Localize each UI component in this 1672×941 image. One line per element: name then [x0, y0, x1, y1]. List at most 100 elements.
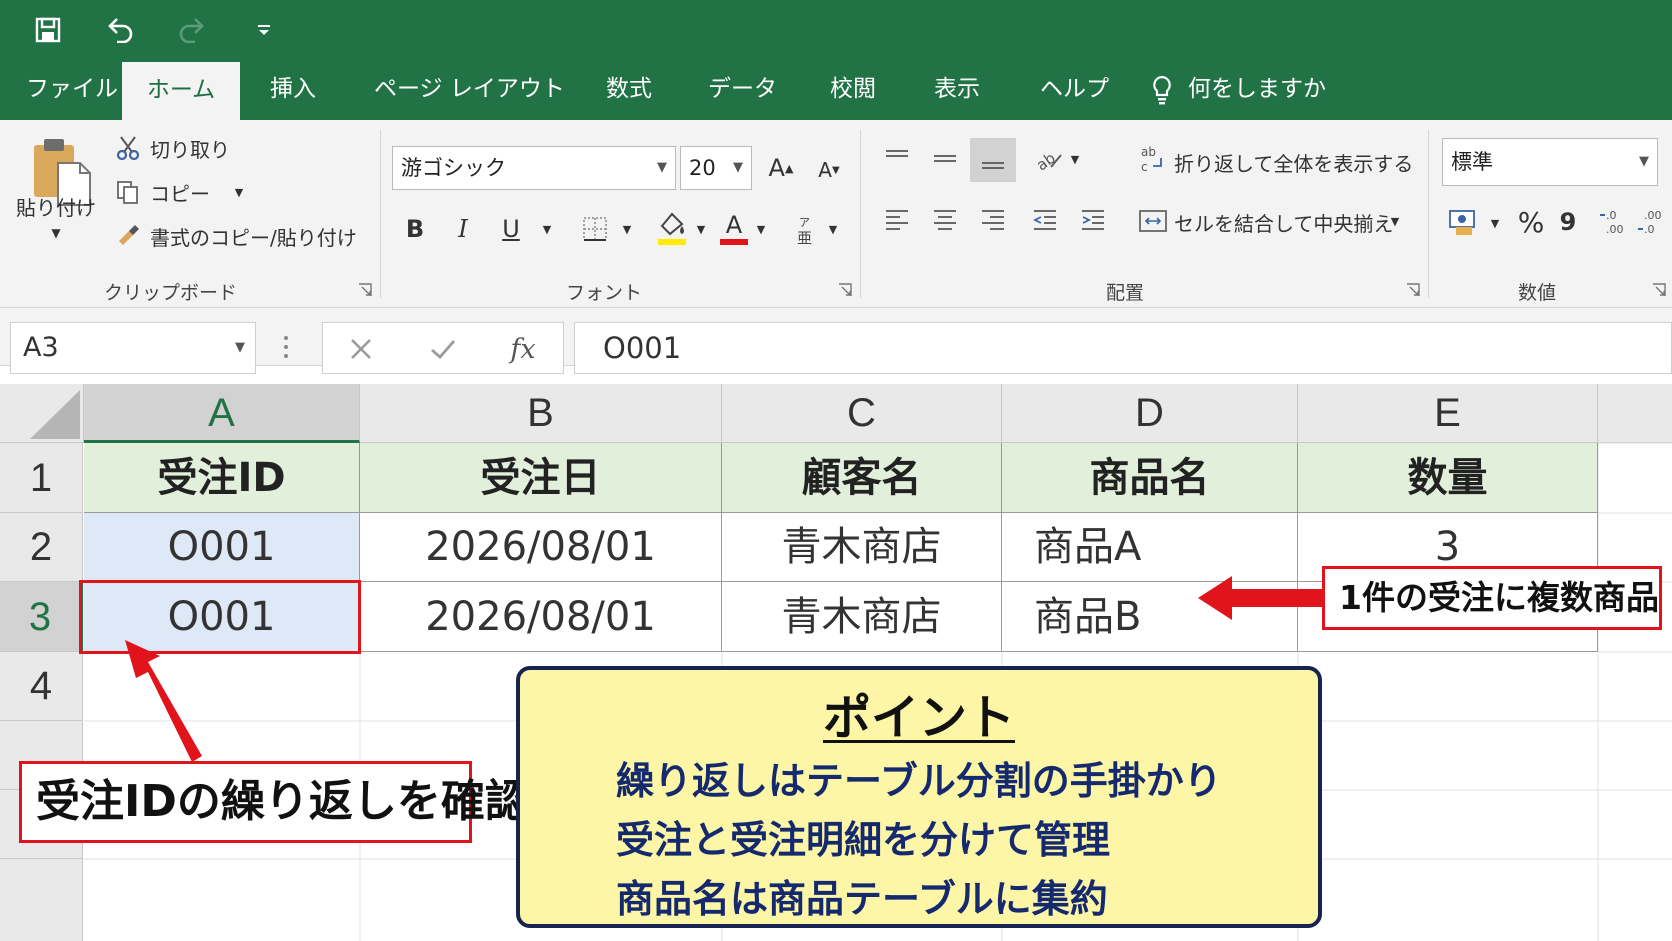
clipboard-launcher-icon[interactable] — [358, 282, 372, 296]
row-header-1[interactable]: 1 — [0, 443, 83, 513]
row-header-7[interactable] — [0, 859, 83, 941]
header-cell-quantity[interactable]: 数量 — [1298, 443, 1598, 513]
phonetic-guide-icon[interactable]: ア亜 — [790, 212, 820, 248]
fill-color-icon[interactable] — [656, 208, 688, 248]
format-painter-icon[interactable] — [114, 220, 142, 248]
customize-qat-icon[interactable] — [244, 10, 284, 50]
tab-view[interactable]: 表示 — [908, 58, 1006, 120]
header-cell-product[interactable]: 商品名 — [1002, 443, 1298, 513]
decrease-indent-icon[interactable] — [1028, 202, 1062, 236]
cut-label[interactable]: 切り取り — [150, 134, 230, 163]
formula-input[interactable]: O001 — [574, 322, 1672, 374]
bold-button[interactable]: B — [400, 212, 430, 246]
underline-button[interactable]: U — [496, 212, 526, 246]
table-cell[interactable]: 商品A — [1002, 513, 1298, 582]
table-cell[interactable]: 青木商店 — [722, 513, 1002, 582]
column-header-e[interactable]: E — [1298, 384, 1598, 443]
column-header-f[interactable] — [1598, 384, 1672, 443]
align-middle-icon[interactable] — [928, 142, 962, 176]
fill-color-dropdown-icon[interactable]: ▼ — [694, 220, 708, 238]
column-header-a[interactable]: A — [84, 384, 360, 443]
merge-center-label[interactable]: セルを結合して中央揃え — [1174, 208, 1393, 237]
svg-text:c: c — [1141, 160, 1148, 174]
tab-help[interactable]: ヘルプ — [1014, 58, 1135, 120]
font-name-combo[interactable]: 游ゴシック ▼ — [392, 146, 676, 190]
paste-label[interactable]: 貼り付け — [16, 192, 96, 221]
header-cell-order-id[interactable]: 受注ID — [84, 443, 360, 513]
title-bar — [0, 0, 1672, 58]
table-cell[interactable]: 2026/08/01 — [360, 582, 722, 652]
copy-dropdown-icon[interactable]: ▼ — [232, 184, 246, 200]
align-left-icon[interactable] — [880, 202, 914, 236]
column-header-b[interactable]: B — [360, 384, 722, 443]
row-header-3[interactable]: 3 — [0, 582, 83, 652]
row-header-2[interactable]: 2 — [0, 513, 83, 582]
orientation-icon[interactable]: ab — [1030, 142, 1066, 176]
align-top-icon[interactable] — [880, 142, 914, 176]
redo-icon[interactable] — [172, 10, 212, 50]
decrease-decimal-icon[interactable]: .00.0 — [1636, 204, 1666, 240]
underline-dropdown-icon[interactable]: ▼ — [540, 220, 554, 238]
table-cell[interactable]: 青木商店 — [722, 582, 1002, 652]
accounting-format-icon[interactable] — [1446, 204, 1482, 240]
tab-formulas[interactable]: 数式 — [580, 58, 678, 120]
grow-font-button[interactable]: A ▲ — [766, 150, 796, 186]
number-launcher-icon[interactable] — [1652, 282, 1666, 296]
alignment-launcher-icon[interactable] — [1406, 282, 1420, 296]
font-launcher-icon[interactable] — [838, 282, 852, 296]
align-bottom-icon[interactable] — [970, 138, 1016, 182]
tab-insert[interactable]: 挿入 — [244, 58, 342, 120]
font-name-value: 游ゴシック — [401, 156, 506, 180]
phonetic-dropdown-icon[interactable]: ▼ — [826, 220, 840, 238]
borders-dropdown-icon[interactable]: ▼ — [620, 220, 634, 238]
row-header-4[interactable]: 4 — [0, 652, 83, 721]
table-cell[interactable]: 2026/08/01 — [360, 513, 722, 582]
header-cell-order-date[interactable]: 受注日 — [360, 443, 722, 513]
tell-me-search[interactable]: 何をしますか — [1150, 58, 1352, 120]
copy-label[interactable]: コピー — [150, 178, 210, 207]
svg-text:ab: ab — [1033, 149, 1059, 173]
borders-icon[interactable] — [580, 212, 610, 246]
save-icon[interactable] — [28, 10, 68, 50]
percent-style-button[interactable]: % — [1514, 204, 1548, 240]
merge-center-icon[interactable] — [1136, 204, 1170, 238]
ribbon-tabs: ファイル ホーム 挿入 ページ レイアウト 数式 データ 校閲 表示 ヘルプ 何… — [0, 58, 1672, 120]
header-cell-customer[interactable]: 顧客名 — [722, 443, 1002, 513]
wrap-text-label[interactable]: 折り返して全体を表示する — [1174, 148, 1413, 177]
increase-indent-icon[interactable] — [1076, 202, 1110, 236]
increase-decimal-icon[interactable]: .0.00 — [1598, 204, 1628, 240]
table-cell[interactable]: 商品B — [1002, 582, 1298, 652]
insert-function-button[interactable]: fx — [503, 329, 543, 369]
tab-review[interactable]: 校閲 — [804, 58, 902, 120]
undo-icon[interactable] — [100, 10, 140, 50]
merge-dropdown-icon[interactable]: ▼ — [1388, 212, 1402, 230]
wrap-text-icon[interactable]: ab c — [1138, 142, 1168, 176]
column-header-c[interactable]: C — [722, 384, 1002, 443]
name-box[interactable]: A3 ▼ — [10, 322, 256, 374]
align-right-icon[interactable] — [976, 202, 1010, 236]
copy-icon[interactable] — [114, 178, 142, 206]
column-header-d[interactable]: D — [1002, 384, 1298, 443]
italic-button[interactable]: I — [448, 212, 478, 246]
cancel-icon[interactable] — [345, 333, 377, 365]
number-format-combo[interactable]: 標準 ▼ — [1442, 138, 1658, 186]
scissors-icon[interactable] — [114, 134, 142, 162]
formula-bar-grip-icon[interactable] — [283, 334, 289, 360]
tab-data[interactable]: データ — [682, 58, 803, 120]
select-all-corner[interactable] — [0, 384, 84, 443]
enter-check-icon[interactable] — [427, 333, 459, 365]
point-line-1: 繰り返しはテーブル分割の手掛かり — [616, 759, 1222, 803]
comma-style-button[interactable]: 9 — [1556, 204, 1580, 240]
font-color-button[interactable]: A — [718, 208, 750, 248]
tab-home[interactable]: ホーム — [122, 62, 240, 120]
font-color-dropdown-icon[interactable]: ▼ — [754, 220, 768, 238]
tab-page-layout[interactable]: ページ レイアウト — [348, 58, 591, 120]
table-cell[interactable]: O001 — [84, 513, 360, 582]
shrink-font-button[interactable]: A ▼ — [814, 154, 844, 186]
accounting-dropdown-icon[interactable]: ▼ — [1488, 214, 1502, 232]
align-center-icon[interactable] — [928, 202, 962, 236]
format-painter-label[interactable]: 書式のコピー/貼り付け — [150, 222, 357, 251]
paste-dropdown-icon[interactable]: ▼ — [46, 224, 66, 242]
orientation-dropdown-icon[interactable]: ▼ — [1068, 150, 1082, 168]
font-size-combo[interactable]: 20 ▼ — [680, 146, 752, 190]
